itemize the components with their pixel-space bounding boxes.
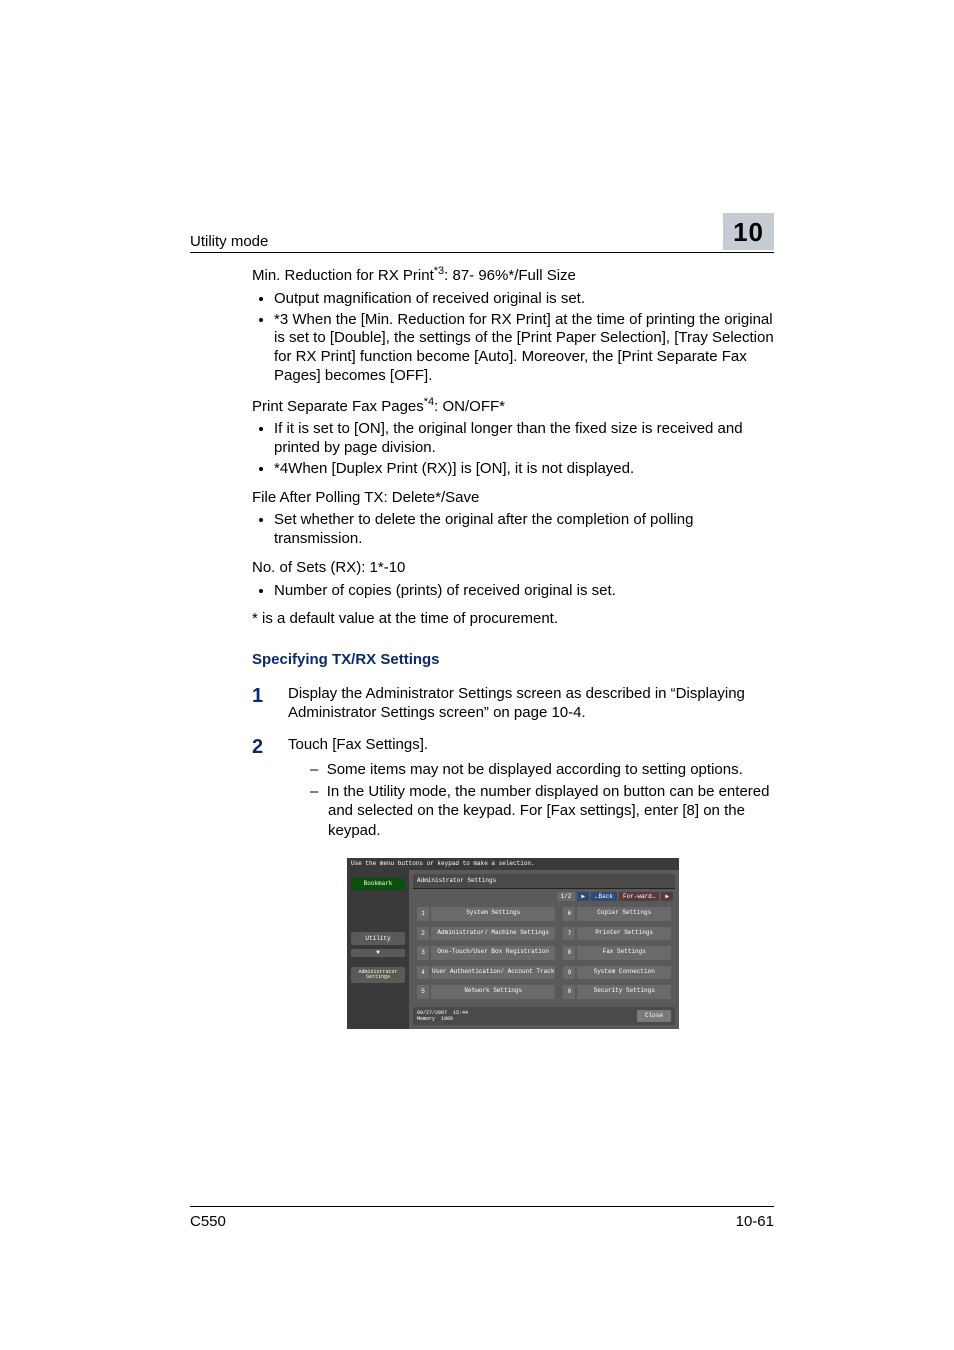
page-footer: C550 10-61 [190, 1206, 774, 1230]
btn-num: 0 [563, 985, 575, 999]
device-instruction: Use the menu buttons or keypad to make a… [347, 858, 679, 870]
btn-num: 5 [417, 985, 429, 999]
step-body: Touch [Fax Settings]. Some items may not… [288, 735, 774, 843]
step-number: 1 [252, 684, 288, 723]
system-settings-button[interactable]: System Settings [431, 907, 555, 921]
printer-settings-button[interactable]: Printer Settings [577, 927, 671, 941]
user-auth-button[interactable]: User Authentication/ Account Track [431, 966, 555, 980]
no-sets-bullets: Number of copies (prints) of received or… [252, 582, 774, 601]
bullet: If it is set to [ON], the original longe… [274, 420, 774, 458]
step-number: 2 [252, 735, 288, 843]
device-title: Administrator Settings [413, 874, 675, 889]
nav-arrow-icon[interactable]: ▶ [577, 892, 589, 902]
bullet: Number of copies (prints) of received or… [274, 582, 774, 601]
back-button[interactable]: ←Back [591, 892, 617, 902]
bullet: *4When [Duplex Print (RX)] is [ON], it i… [274, 460, 774, 479]
sup: *3 [434, 265, 444, 277]
step-text: Touch [Fax Settings]. [288, 735, 774, 755]
utility-button[interactable]: Utility [351, 932, 405, 946]
btn-num: 4 [417, 966, 429, 980]
btn-num: 3 [417, 946, 429, 960]
device-button-grid: 1System Settings 6Copier Settings 2Admin… [413, 905, 675, 1007]
device-screenshot: Use the menu buttons or keypad to make a… [252, 858, 774, 1029]
down-arrow-icon: ▼ [351, 949, 405, 957]
print-separate-bullets: If it is set to [ON], the original longe… [252, 420, 774, 478]
btn-num: 9 [563, 966, 575, 980]
section-heading: Specifying TX/RX Settings [252, 651, 774, 670]
sup: *4 [424, 396, 434, 408]
fax-settings-button[interactable]: Fax Settings [577, 946, 671, 960]
step-2: 2 Touch [Fax Settings]. Some items may n… [252, 735, 774, 843]
footer-right: 10-61 [736, 1213, 774, 1230]
admin-machine-button[interactable]: Administrator/ Machine Settings [431, 927, 555, 941]
values: : 87- 96%*/Full Size [444, 267, 576, 284]
print-separate-line: Print Separate Fax Pages*4: ON/OFF* [252, 396, 774, 417]
btn-num: 7 [563, 927, 575, 941]
file-after-bullets: Set whether to delete the original after… [252, 511, 774, 549]
file-after-line: File After Polling TX: Delete*/Save [252, 489, 774, 508]
label: Print Separate Fax Pages [252, 398, 424, 415]
btn-num: 6 [563, 907, 575, 921]
btn-num: 8 [563, 946, 575, 960]
onetouch-userbox-button[interactable]: One-Touch/User Box Registration [431, 946, 555, 960]
step-1: 1 Display the Administrator Settings scr… [252, 684, 774, 723]
system-connection-button[interactable]: System Connection [577, 966, 671, 980]
page-indicator: 1/2 [557, 892, 576, 902]
bullet: Output magnification of received origina… [274, 290, 774, 309]
footer-left: C550 [190, 1213, 226, 1230]
device-frame: Use the menu buttons or keypad to make a… [347, 858, 679, 1029]
step-text: Display the Administrator Settings scree… [288, 684, 774, 723]
min-reduction-bullets: Output magnification of received origina… [252, 290, 774, 386]
min-reduction-line: Min. Reduction for RX Print*3: 87- 96%*/… [252, 265, 774, 286]
step-dash-list: Some items may not be displayed accordin… [288, 760, 774, 840]
chapter-number: 10 [733, 217, 764, 247]
admin-settings-sidebar[interactable]: Administrator Settings [351, 967, 405, 984]
page-header: Utility mode 10 [190, 213, 774, 253]
device-bottom-bar: 09/27/2007 15:44 Memory 100% Close [413, 1007, 675, 1026]
dash-item: Some items may not be displayed accordin… [310, 760, 774, 780]
bookmark-button[interactable]: Bookmark [351, 878, 405, 890]
dash-item: In the Utility mode, the number displaye… [310, 782, 774, 841]
close-button[interactable]: Close [637, 1010, 671, 1023]
btn-num: 1 [417, 907, 429, 921]
device-nav: 1/2 ▶ ←Back For-ward→ ▶ [413, 889, 675, 906]
device-status: 09/27/2007 15:44 Memory 100% [417, 1010, 468, 1023]
content-area: Min. Reduction for RX Print*3: 87- 96%*/… [252, 265, 774, 1029]
chapter-badge: 10 [723, 213, 774, 250]
btn-num: 2 [417, 927, 429, 941]
label: Min. Reduction for RX Print [252, 267, 434, 284]
header-title: Utility mode [190, 233, 268, 250]
bullet: Set whether to delete the original after… [274, 511, 774, 549]
forward-button[interactable]: For-ward→ [619, 892, 659, 902]
network-settings-button[interactable]: Network Settings [431, 985, 555, 999]
default-note: * is a default value at the time of proc… [252, 610, 774, 629]
device-main: Administrator Settings 1/2 ▶ ←Back For-w… [409, 870, 679, 1029]
no-sets-line: No. of Sets (RX): 1*-10 [252, 559, 774, 578]
device-sidebar: Bookmark Utility ▼ Administrator Setting… [347, 870, 409, 1029]
security-settings-button[interactable]: Security Settings [577, 985, 671, 999]
copier-settings-button[interactable]: Copier Settings [577, 907, 671, 921]
values: : ON/OFF* [434, 398, 505, 415]
nav-arrow-icon[interactable]: ▶ [661, 892, 673, 902]
bullet: *3 When the [Min. Reduction for RX Print… [274, 311, 774, 386]
